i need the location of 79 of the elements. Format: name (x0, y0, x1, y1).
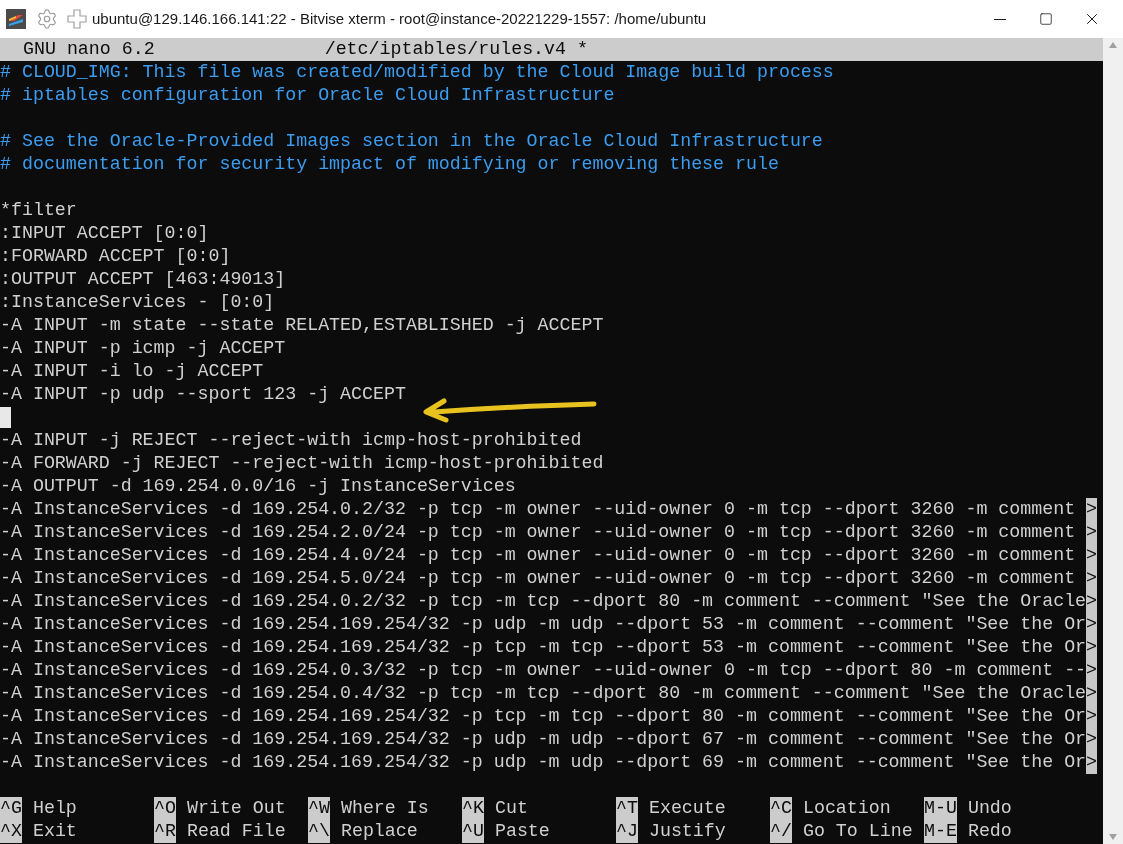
shortcut-key: M-E (924, 820, 957, 843)
code-line: :FORWARD ACCEPT [0:0] (0, 245, 231, 268)
shortcut-key: ^W (308, 797, 330, 820)
code-line: -A INPUT -j REJECT --reject-with icmp-host-prohibited (0, 429, 582, 452)
overflow-marker: > (1086, 613, 1098, 636)
code-line: -A InstanceServices -d 169.254.0.3/32 -p tcp -m owner --uid-owner 0 -m tcp --dport 80 -m comment -- (0, 659, 1087, 682)
comment-line: # iptables configuration for Oracle Cloud Infrastructure (0, 84, 615, 107)
comment-line: # CLOUD_IMG: This file was created/modified by the Cloud Image build process (0, 61, 834, 84)
overflow-marker: > (1086, 498, 1098, 521)
shortcut-label: Where Is (340, 797, 429, 820)
plus-outline-icon[interactable] (66, 8, 88, 30)
settings-icon[interactable] (36, 8, 58, 30)
code-line: -A InstanceServices -d 169.254.169.254/32 -p udp -m udp --dport 67 -m comment --comment "See the Or (0, 728, 1087, 751)
overflow-marker: > (1086, 521, 1098, 544)
app-icon (6, 9, 26, 29)
code-line: -A InstanceServices -d 169.254.169.254/32 -p tcp -m tcp --dport 53 -m comment --comment "See the Or (0, 636, 1087, 659)
code-line: -A InstanceServices -d 169.254.0.4/32 -p tcp -m tcp --dport 80 -m comment --comment "See the Oracle (0, 682, 1087, 705)
overflow-marker: > (1086, 705, 1098, 728)
code-line: -A InstanceServices -d 169.254.169.254/32 -p udp -m udp --dport 53 -m comment --comment "See the Or (0, 613, 1087, 636)
code-line: -A InstanceServices -d 169.254.0.2/32 -p tcp -m owner --uid-owner 0 -m tcp --dport 3260 -m comment (0, 498, 1077, 521)
code-line: -A FORWARD -j REJECT --reject-with icmp-host-prohibited (0, 452, 604, 475)
shortcut-key: ^C (770, 797, 792, 820)
shortcut-label: Execute (648, 797, 726, 820)
overflow-marker: > (1086, 659, 1098, 682)
shortcut-key: ^X (0, 820, 22, 843)
shortcut-key: ^T (616, 797, 638, 820)
code-line: -A OUTPUT -d 169.254.0.0/16 -j InstanceServices (0, 475, 516, 498)
shortcut-key: ^U (462, 820, 484, 843)
code-line: -A InstanceServices -d 169.254.4.0/24 -p tcp -m owner --uid-owner 0 -m tcp --dport 3260 -m comment (0, 544, 1077, 567)
code-line: :OUTPUT ACCEPT [463:49013] (0, 268, 286, 291)
maximize-icon (1039, 12, 1053, 26)
shortcut-key: ^O (154, 797, 176, 820)
window-title: ubuntu@129.146.166.141:22 - Bitvise xterm - root@instance-20221229-1557: /home/ubuntu (92, 8, 707, 29)
code-line: *filter (0, 199, 77, 222)
overflow-marker: > (1086, 751, 1098, 774)
shortcut-label: Cut (494, 797, 528, 820)
code-line: -A InstanceServices -d 169.254.169.254/32 -p udp -m udp --dport 69 -m comment --comment "See the Or (0, 751, 1087, 774)
shortcut-key: M-U (924, 797, 957, 820)
shortcut-label: Help (32, 797, 77, 820)
code-line: -A INPUT -m state --state RELATED,ESTABLISHED -j ACCEPT (0, 314, 604, 337)
shortcut-label: Read File (186, 820, 286, 843)
code-line: -A INPUT -p udp --sport 123 -j ACCEPT (0, 383, 406, 406)
shortcut-label: Undo (967, 797, 1012, 820)
code-line: -A InstanceServices -d 169.254.169.254/32 -p tcp -m tcp --dport 80 -m comment --comment "See the Or (0, 705, 1087, 728)
shortcut-label: Location (802, 797, 891, 820)
overflow-marker: > (1086, 590, 1098, 613)
code-line: :INPUT ACCEPT [0:0] (0, 222, 209, 245)
shortcut-key: ^/ (770, 820, 792, 843)
code-line: -A InstanceServices -d 169.254.2.0/24 -p tcp -m owner --uid-owner 0 -m tcp --dport 3260 -m comment (0, 521, 1077, 544)
shortcut-key: ^R (154, 820, 176, 843)
shortcut-label: Paste (494, 820, 550, 843)
comment-line: # See the Oracle-Provided Images section in the Oracle Cloud Infrastructure (0, 130, 823, 153)
overflow-marker: > (1086, 567, 1098, 590)
shortcut-key: ^J (616, 820, 638, 843)
shortcut-label: Justify (648, 820, 726, 843)
scroll-down-icon[interactable] (1109, 834, 1117, 840)
file-name: /etc/iptables/rules.v4 * (324, 38, 588, 61)
comment-line: # documentation for security impact of modifying or removing these rule (0, 153, 779, 176)
code-line: -A INPUT -p icmp -j ACCEPT (0, 337, 286, 360)
scroll-up-icon[interactable] (1109, 42, 1117, 48)
shortcut-label: Replace (340, 820, 418, 843)
overflow-marker: > (1086, 544, 1098, 567)
shortcut-label: Write Out (186, 797, 286, 820)
shortcut-label: Go To Line (802, 820, 913, 843)
code-line: -A InstanceServices -d 169.254.0.2/32 -p tcp -m tcp --dport 80 -m comment --comment "See the Oracle (0, 590, 1087, 613)
code-line: -A InstanceServices -d 169.254.5.0/24 -p tcp -m owner --uid-owner 0 -m tcp --dport 3260 -m comment (0, 567, 1077, 590)
shortcut-label: Redo (967, 820, 1012, 843)
overflow-marker: > (1086, 636, 1098, 659)
overflow-marker: > (1086, 728, 1098, 751)
shortcut-key: ^G (0, 797, 22, 820)
code-line: -A INPUT -i lo -j ACCEPT (0, 360, 264, 383)
shortcut-key: ^K (462, 797, 484, 820)
overflow-marker: > (1086, 682, 1098, 705)
scrollbar[interactable] (1103, 38, 1123, 844)
code-line: :InstanceServices - [0:0] (0, 291, 275, 314)
shortcut-label: Exit (32, 820, 77, 843)
nano-version: GNU nano 6.2 (23, 38, 155, 61)
shortcut-key: ^\ (308, 820, 330, 843)
minimize-icon (994, 18, 1006, 20)
